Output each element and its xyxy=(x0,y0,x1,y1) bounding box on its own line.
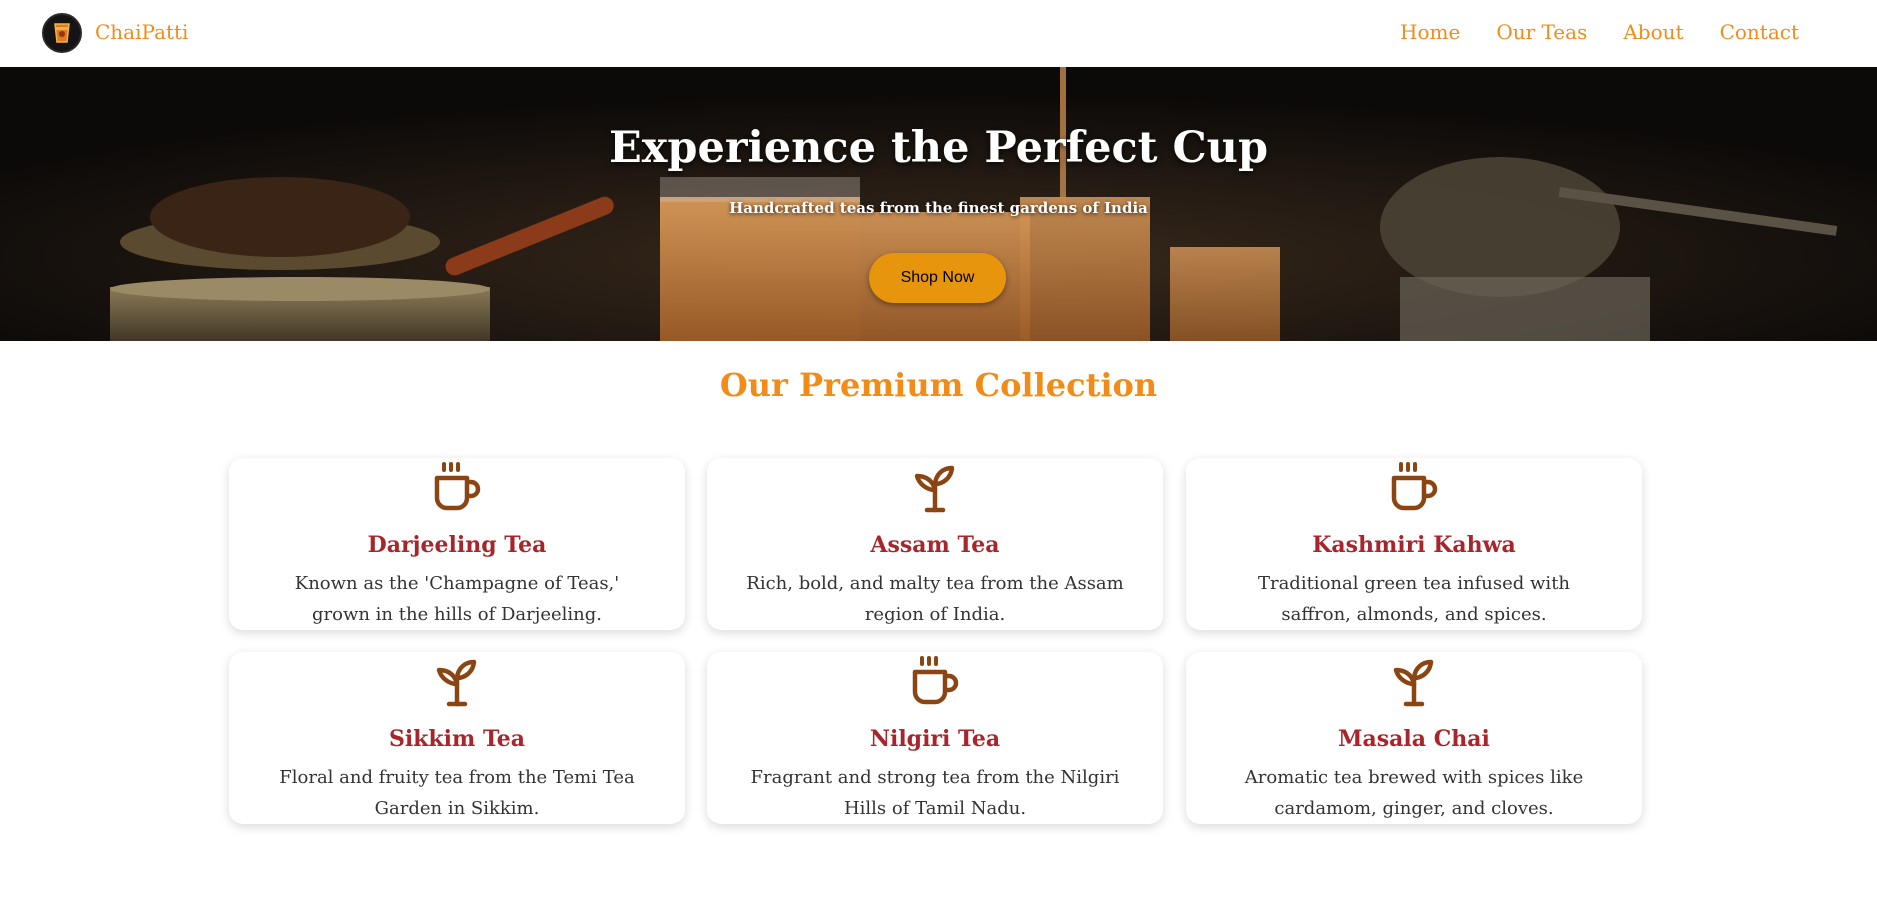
card-description: Known as the 'Champagne of Teas,' grown … xyxy=(294,573,620,625)
coffee-cup-icon xyxy=(1391,462,1438,511)
shop-now-button[interactable]: Shop Now xyxy=(869,253,1006,303)
hero-subtitle: Handcrafted teas from the finest gardens… xyxy=(729,199,1148,217)
tea-card-assam[interactable]: Assam Tea Rich, bold, and malty tea from… xyxy=(707,458,1163,630)
nav-link-our-teas[interactable]: Our Teas xyxy=(1496,20,1587,44)
tea-card-kashmiri-kahwa[interactable]: Kashmiri Kahwa Traditional green tea inf… xyxy=(1186,458,1642,630)
coffee-cup-icon xyxy=(912,656,959,705)
nav-link-about[interactable]: About xyxy=(1623,20,1683,44)
card-description: Aromatic tea brewed with spices like car… xyxy=(1244,767,1584,819)
section-title: Our Premium Collection xyxy=(719,366,1158,404)
tea-glass-logo-icon xyxy=(54,23,70,43)
brand-logo[interactable] xyxy=(42,13,82,53)
coffee-cup-icon xyxy=(434,462,481,511)
hero-title: Experience the Perfect Cup xyxy=(608,123,1269,173)
card-description: Floral and fruity tea from the Temi Tea … xyxy=(279,767,635,819)
navbar: ChaiPatti Home Our Teas About Contact xyxy=(0,0,1877,67)
brand-name[interactable]: ChaiPatti xyxy=(95,20,188,44)
card-title: Kashmiri Kahwa xyxy=(1312,532,1516,558)
card-title: Sikkim Tea xyxy=(388,726,526,752)
nav-links: Home Our Teas About Contact xyxy=(1400,20,1799,44)
sprout-icon xyxy=(436,659,477,707)
card-description: Rich, bold, and malty tea from the Assam… xyxy=(746,573,1124,625)
tea-card-sikkim[interactable]: Sikkim Tea Floral and fruity tea from th… xyxy=(229,652,685,824)
card-title: Nilgiri Tea xyxy=(869,726,1001,752)
tea-card-masala-chai[interactable]: Masala Chai Aromatic tea brewed with spi… xyxy=(1186,652,1642,824)
card-title: Assam Tea xyxy=(870,532,1000,558)
nav-link-contact[interactable]: Contact xyxy=(1720,20,1799,44)
tea-card-nilgiri[interactable]: Nilgiri Tea Fragrant and strong tea from… xyxy=(707,652,1163,824)
hero-banner: Experience the Perfect Cup Handcrafted t… xyxy=(0,67,1877,341)
card-description: Fragrant and strong tea from the Nilgiri… xyxy=(750,767,1120,819)
nav-link-home[interactable]: Home xyxy=(1400,20,1460,44)
sprout-icon xyxy=(914,465,955,513)
sprout-icon xyxy=(1393,659,1434,707)
card-description: Traditional green tea infused with saffr… xyxy=(1257,573,1571,625)
card-title: Masala Chai xyxy=(1338,726,1490,752)
tea-card-darjeeling[interactable]: Darjeeling Tea Known as the 'Champagne o… xyxy=(229,458,685,630)
card-title: Darjeeling Tea xyxy=(367,532,547,558)
